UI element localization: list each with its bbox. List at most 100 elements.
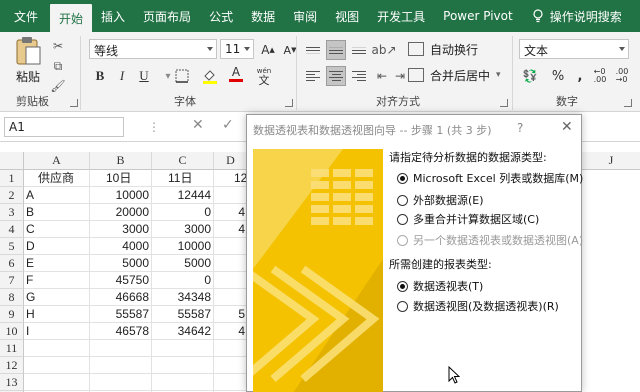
cell[interactable] <box>214 357 248 374</box>
cell[interactable]: 11日 <box>152 170 214 187</box>
cell[interactable]: 5000 <box>152 255 214 272</box>
more-icon[interactable]: ⋮ <box>148 120 161 134</box>
cell[interactable] <box>90 357 152 374</box>
cell[interactable] <box>152 340 214 357</box>
decrease-indent-icon[interactable]: ⇤ <box>372 66 392 86</box>
tab-page-layout[interactable]: 页面布局 <box>134 0 200 32</box>
row-header[interactable]: 4 <box>0 221 24 238</box>
row-header[interactable]: 5 <box>0 238 24 255</box>
italic-button[interactable]: I <box>112 66 132 86</box>
copy-icon[interactable]: ⧉ <box>50 58 66 74</box>
tab-formulas[interactable]: 公式 <box>200 0 242 32</box>
cell[interactable] <box>24 340 90 357</box>
select-all-corner[interactable] <box>0 152 24 170</box>
radio-button[interactable] <box>397 213 408 225</box>
cell[interactable]: 4 <box>214 204 248 221</box>
cell[interactable] <box>214 272 248 289</box>
decrease-decimal-icon[interactable]: .00 →0 <box>612 66 632 86</box>
bottom-align-icon[interactable] <box>349 40 369 60</box>
cell[interactable]: B <box>24 204 90 221</box>
column-header[interactable]: A <box>24 152 90 170</box>
align-left-icon[interactable] <box>303 66 323 86</box>
wrap-text-button[interactable]: 自动换行 <box>408 40 478 58</box>
tab-file[interactable]: 文件 <box>0 0 50 32</box>
tab-view[interactable]: 视图 <box>326 0 368 32</box>
enter-icon[interactable]: ✓ <box>222 117 234 133</box>
radio-external-source[interactable]: 外部数据源(E) <box>397 192 484 208</box>
tell-me-search[interactable]: 操作说明搜索 <box>522 8 628 25</box>
font-launcher[interactable] <box>285 99 293 107</box>
row-header[interactable]: 12 <box>0 357 24 374</box>
cell[interactable] <box>90 340 152 357</box>
font-name-select[interactable]: 等线 <box>89 39 217 59</box>
cell[interactable]: G <box>24 289 90 306</box>
cell[interactable]: 0 <box>152 272 214 289</box>
cell[interactable]: 20000 <box>90 204 152 221</box>
row-header[interactable]: 2 <box>0 187 24 204</box>
row-header[interactable]: 13 <box>0 374 24 391</box>
cell[interactable]: I <box>24 323 90 340</box>
alignment-launcher[interactable] <box>500 99 508 107</box>
cell[interactable] <box>214 255 248 272</box>
tab-insert[interactable]: 插入 <box>92 0 134 32</box>
cell[interactable]: 12444 <box>152 187 214 204</box>
cell[interactable]: 3000 <box>152 221 214 238</box>
cell[interactable]: 5 <box>214 306 248 323</box>
radio-pivot-chart[interactable]: 数据透视图(及数据透视表)(R) <box>397 298 559 314</box>
radio-excel-list[interactable]: Microsoft Excel 列表或数据库(M) <box>397 170 583 186</box>
cell[interactable]: 34348 <box>152 289 214 306</box>
underline-button[interactable]: U <box>134 66 154 86</box>
phonetic-guide-icon[interactable]: wén 文 <box>254 66 274 86</box>
align-right-icon[interactable] <box>349 66 369 86</box>
row-header[interactable]: 7 <box>0 272 24 289</box>
cell[interactable]: 55587 <box>152 306 214 323</box>
cell[interactable] <box>214 374 248 391</box>
column-header[interactable]: B <box>90 152 152 170</box>
increase-decimal-icon[interactable]: ←0.00 <box>590 66 610 86</box>
cell[interactable] <box>214 289 248 306</box>
cell[interactable] <box>214 187 248 204</box>
cell[interactable] <box>152 374 214 391</box>
cell[interactable]: A <box>24 187 90 204</box>
cell[interactable] <box>152 357 214 374</box>
tab-power-pivot[interactable]: Power Pivot <box>434 0 522 32</box>
cell[interactable]: C <box>24 221 90 238</box>
cut-icon[interactable]: ✂ <box>50 38 66 54</box>
cell[interactable]: 10000 <box>152 238 214 255</box>
tab-data[interactable]: 数据 <box>242 0 284 32</box>
cell[interactable]: 34642 <box>152 323 214 340</box>
font-color-icon[interactable]: A <box>226 64 246 84</box>
cell[interactable]: 45750 <box>90 272 152 289</box>
row-header[interactable]: 1 <box>0 170 24 187</box>
cell[interactable]: 46668 <box>90 289 152 306</box>
radio-multiple-ranges[interactable]: 多重合并计算数据区域(C) <box>397 211 539 227</box>
comma-style-icon[interactable]: , <box>570 66 590 86</box>
close-button[interactable]: ✕ <box>561 119 573 135</box>
row-header[interactable]: 6 <box>0 255 24 272</box>
cell[interactable]: E <box>24 255 90 272</box>
cell[interactable]: 供应商 <box>24 170 90 187</box>
cell[interactable]: 10000 <box>90 187 152 204</box>
number-launcher[interactable] <box>624 99 632 107</box>
cell[interactable]: 5000 <box>90 255 152 272</box>
merge-center-button[interactable]: 合并后居中 ▾ <box>408 66 501 84</box>
radio-button[interactable] <box>397 280 408 292</box>
cell[interactable]: 0 <box>152 204 214 221</box>
cell[interactable]: F <box>24 272 90 289</box>
cell[interactable]: 4 <box>214 221 248 238</box>
align-center-icon[interactable] <box>326 66 346 86</box>
cell[interactable]: H <box>24 306 90 323</box>
paste-button[interactable]: 粘贴 <box>8 36 48 88</box>
cell[interactable] <box>24 357 90 374</box>
row-header[interactable]: 8 <box>0 289 24 306</box>
fill-color-icon[interactable] <box>200 66 220 86</box>
cell[interactable]: 3000 <box>90 221 152 238</box>
bold-button[interactable]: B <box>90 66 110 86</box>
row-header[interactable]: 10 <box>0 323 24 340</box>
tab-developer[interactable]: 开发工具 <box>368 0 434 32</box>
shrink-font-icon[interactable]: A ▼ <box>280 40 300 60</box>
percent-icon[interactable]: % <box>548 66 568 86</box>
grow-font-icon[interactable]: A ▲ <box>258 40 278 60</box>
increase-indent-icon[interactable]: ⇥ <box>390 66 410 86</box>
middle-align-icon[interactable] <box>326 40 346 60</box>
